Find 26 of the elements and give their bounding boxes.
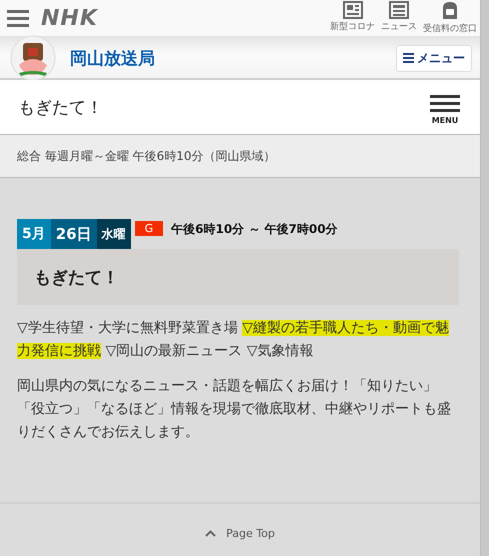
menu-button[interactable]: メニュー bbox=[396, 44, 472, 72]
airtime-text: 午後6時10分 ～ 午後7時00分 bbox=[171, 221, 338, 238]
program-title: もぎたて！ bbox=[18, 96, 103, 118]
month-badge: 5月 bbox=[17, 219, 51, 249]
header-link[interactable]: 新型コロナ bbox=[330, 1, 375, 35]
chevron-up-icon bbox=[205, 530, 216, 536]
newspaper-icon bbox=[342, 1, 362, 19]
newspaper-icon bbox=[389, 1, 409, 19]
header-link[interactable]: ニュース bbox=[381, 1, 417, 35]
schedule-text: 総合 毎週月曜～金曜 午後6時10分（岡山県域） bbox=[17, 148, 276, 164]
episode-title-box: もぎたて！ bbox=[17, 249, 459, 305]
weekday-badge: 水曜 bbox=[96, 219, 131, 249]
day-badge: 26日 bbox=[50, 219, 97, 249]
topics-text: ▽学生待望・大学に無料野菜置き場 ▽縫製の若手職人たち・動画で魅力発信に挑戦 ▽岡山の最新ニュース ▽気象情報 bbox=[17, 319, 450, 361]
header-link[interactable]: 受信料の窓口 bbox=[423, 1, 477, 35]
nhk-logo[interactable]: NHK bbox=[41, 6, 98, 30]
menu-icon bbox=[403, 53, 414, 63]
menu-icon[interactable] bbox=[7, 9, 29, 27]
page-top-link[interactable]: Page Top bbox=[205, 520, 275, 540]
scrollbar[interactable] bbox=[480, 0, 489, 556]
menu-button[interactable]: MENU bbox=[430, 89, 460, 125]
station-name[interactable]: 岡山放送局 bbox=[70, 46, 155, 70]
channel-badge: G bbox=[134, 221, 164, 236]
menu-icon bbox=[430, 95, 460, 113]
description-text: 岡山県内の気になるニュース・話題を幅広くお届け！「知りたい」「役立つ」「なるほど」情報を現場で徹底取材、中継やリポートも盛りだくさんでお伝えします。 bbox=[17, 377, 452, 442]
mascot-logo[interactable] bbox=[10, 35, 56, 81]
